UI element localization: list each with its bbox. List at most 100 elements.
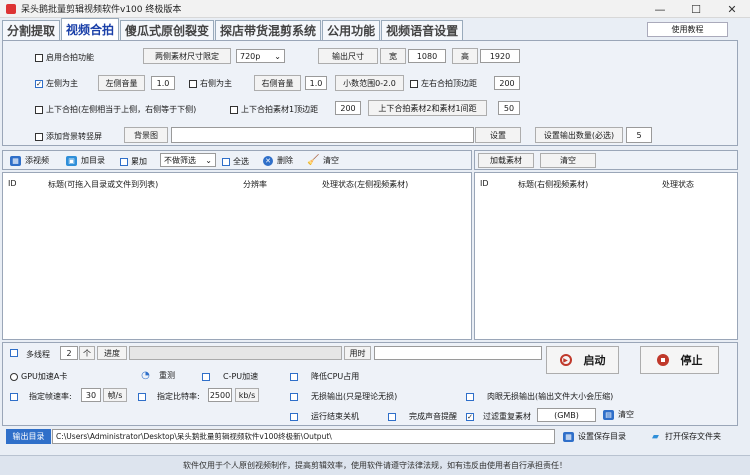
checkbox-box: ✓ — [35, 79, 43, 88]
bitrate-checkbox[interactable]: 指定比特率: — [138, 391, 200, 402]
width-input[interactable]: 1080 — [408, 49, 446, 63]
broom-icon: 🧹 — [307, 155, 320, 166]
column-header-status[interactable]: 处理状态 — [662, 179, 694, 190]
tab-store-mix[interactable]: 探店带货混剪系统 — [215, 20, 322, 40]
tab-video-duet[interactable]: 视频合拍 — [61, 18, 120, 40]
output-count-input[interactable]: 5 — [626, 127, 652, 143]
fps-unit-label: 帧/s — [103, 388, 127, 402]
left-volume-button[interactable]: 左侧音量 — [98, 75, 145, 91]
tab-common-functions[interactable]: 公用功能 — [322, 20, 381, 40]
checkbox-box — [290, 412, 298, 421]
right-clear-button[interactable]: 清空 — [540, 153, 596, 168]
resolution-select[interactable]: 720p ⌄ — [236, 49, 285, 63]
add-directory-button[interactable]: ▣ 加目录 — [66, 155, 105, 166]
size-limit-button[interactable]: 两侧素材尺寸限定 — [143, 48, 231, 64]
shutdown-checkbox[interactable]: 运行结束关机 — [290, 411, 359, 422]
checkbox-box — [35, 132, 43, 141]
tab-split-extract[interactable]: 分割提取 — [2, 20, 61, 40]
reduce-cpu-checkbox[interactable]: 降低CPU占用 — [290, 371, 359, 382]
tab-voice-settings[interactable]: 视频语音设置 — [381, 20, 464, 40]
column-header-title[interactable]: 标题(可拖入目录或文件到列表) — [48, 179, 158, 190]
fps-input[interactable]: 30 — [81, 388, 101, 402]
checkbox-box — [35, 53, 43, 62]
background-image-button[interactable]: 背景图 — [124, 127, 168, 143]
cpu-acceleration-checkbox[interactable]: C-PU加速 — [202, 371, 258, 382]
stop-button[interactable]: 停止 — [640, 346, 719, 374]
left-main-checkbox[interactable]: ✓ 左侧为主 — [35, 78, 78, 89]
set-save-directory-button[interactable]: ▦ 设置保存目录 — [563, 431, 626, 442]
elapsed-time-field — [374, 346, 542, 360]
right-volume-button[interactable]: 右侧音量 — [254, 75, 301, 91]
gpu-acceleration-checkbox[interactable]: GPU加速A卡 — [10, 371, 67, 382]
output-size-button[interactable]: 输出尺寸 — [318, 48, 378, 64]
updown-duet-checkbox[interactable]: 上下合拍(左侧相当于上侧，右侧等于下侧) — [35, 104, 196, 115]
minimize-button[interactable]: — — [642, 0, 678, 18]
right-video-list[interactable] — [474, 172, 738, 340]
checkbox-box — [222, 157, 230, 166]
add-video-button[interactable]: ▦ 添视频 — [10, 155, 49, 166]
updown-gap-input[interactable]: 50 — [498, 101, 520, 115]
lr-top-margin-checkbox[interactable]: 左右合拍顶边距 — [410, 78, 477, 89]
fps-checkbox[interactable]: 指定帧速率: — [10, 391, 72, 402]
multithread-checkbox[interactable] — [10, 349, 21, 357]
progress-label: 进度 — [97, 346, 127, 360]
output-count-button[interactable]: 设置输出数量(必选) — [535, 127, 623, 143]
load-material-button[interactable]: 加载素材 — [478, 153, 534, 168]
checkbox-box — [10, 349, 18, 357]
checkbox-box: ✓ — [466, 412, 474, 421]
checkbox-box — [202, 372, 210, 381]
checkbox-box — [466, 392, 474, 401]
add-background-checkbox[interactable]: 添加背景转竖屏 — [35, 131, 102, 142]
visual-lossless-checkbox[interactable]: 肉眼无损输出(输出文件大小会压缩) — [466, 391, 613, 402]
add-video-icon: ▦ — [10, 155, 21, 166]
checkbox-box — [230, 105, 238, 114]
tab-original-fission[interactable]: 傻瓜式原创裂变 — [120, 20, 215, 40]
background-path-input[interactable] — [171, 127, 474, 143]
height-label: 高 — [452, 48, 478, 64]
bitrate-unit-label: kb/s — [235, 388, 259, 402]
dedupe-clear-button[interactable]: ▤ 清空 — [603, 409, 634, 420]
clear-button[interactable]: 🧹 清空 — [307, 155, 339, 166]
start-button[interactable]: ▶ 启动 — [546, 346, 619, 374]
enable-duet-checkbox[interactable]: 启用合拍功能 — [35, 52, 94, 63]
right-volume-input[interactable]: 1.0 — [305, 76, 327, 90]
close-button[interactable]: ✕ — [714, 0, 750, 18]
updown-top-margin-checkbox[interactable]: 上下合拍素材1顶边距 — [230, 104, 318, 115]
bitrate-input[interactable]: 2500 — [208, 388, 232, 402]
open-save-folder-button[interactable]: ▰ 打开保存文件夹 — [650, 431, 721, 442]
left-volume-input[interactable]: 1.0 — [151, 76, 175, 90]
set-background-button[interactable]: 设置 — [475, 127, 521, 143]
delete-button[interactable]: ✕ 删除 — [263, 155, 293, 166]
column-header-title[interactable]: 标题(右侧视频素材) — [518, 179, 588, 190]
output-directory-input[interactable]: C:\Users\Administrator\Desktop\呆头鹅批量剪辑视频… — [52, 429, 555, 444]
column-header-id[interactable]: ID — [480, 179, 489, 188]
filter-select[interactable]: 不做筛选 ⌄ — [160, 153, 216, 167]
checkbox-box — [410, 79, 418, 88]
dedupe-checkbox[interactable]: ✓ 过滤重复素材 — [466, 411, 531, 422]
chevron-down-icon: ⌄ — [205, 155, 212, 165]
left-video-list[interactable] — [2, 172, 472, 340]
recheck-button[interactable]: ◔ 重测 — [140, 370, 175, 381]
select-all-checkbox[interactable]: 全选 — [222, 156, 249, 167]
gauge-icon: ◔ — [141, 370, 150, 381]
thread-count-input[interactable]: 2 — [60, 346, 78, 360]
column-header-resolution[interactable]: 分辨率 — [243, 179, 267, 190]
multithread-label: 多线程 — [26, 350, 50, 359]
maximize-button[interactable]: ☐ — [678, 0, 714, 18]
lr-top-margin-input[interactable]: 200 — [494, 76, 520, 90]
right-main-checkbox[interactable]: 右侧为主 — [189, 78, 232, 89]
updown-gap-button[interactable]: 上下合拍素材2和素材1间距 — [368, 100, 487, 116]
dedupe-size-field[interactable]: (GMB) — [537, 408, 596, 422]
updown-top-margin-input[interactable]: 200 — [335, 101, 361, 115]
checkbox-box — [138, 392, 146, 401]
sound-alert-checkbox[interactable]: 完成声音提醒 — [388, 411, 457, 422]
height-input[interactable]: 1920 — [480, 49, 520, 63]
stack-checkbox[interactable]: 累加 — [120, 156, 147, 167]
lossless-output-checkbox[interactable]: 无损输出(只是理论无损) — [290, 391, 397, 402]
decimal-range-button[interactable]: 小数范围0-2.0 — [335, 75, 404, 91]
help-tutorial-button[interactable]: 使用教程 — [647, 22, 728, 37]
column-header-id[interactable]: ID — [8, 179, 17, 188]
width-label: 宽 — [380, 48, 406, 64]
main-tabs: 分割提取 视频合拍 傻瓜式原创裂变 探店带货混剪系统 公用功能 视频语音设置 — [2, 18, 464, 40]
column-header-status[interactable]: 处理状态(左侧视频素材) — [322, 179, 408, 190]
